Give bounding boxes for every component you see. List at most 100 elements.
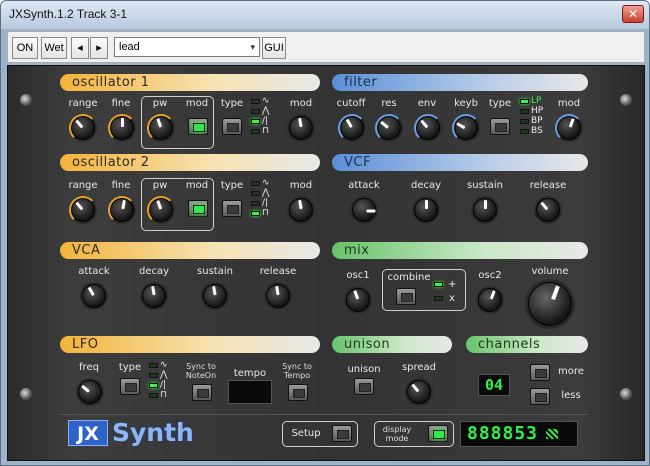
combine-x-led	[434, 296, 443, 301]
screw-icon	[620, 94, 632, 106]
osc2-pw-label: pw	[152, 180, 168, 191]
osc1-type-button[interactable]	[222, 118, 242, 135]
filter-type-button[interactable]	[490, 118, 510, 135]
gui-button[interactable]: GUI	[262, 37, 286, 59]
osc2-fine-knob[interactable]	[108, 196, 136, 224]
mix-osc2-label: osc2	[478, 270, 502, 281]
title-bar: JXSynth.1.2 Track 3-1 ✕	[1, 1, 649, 29]
vcf-release-label: release	[529, 180, 567, 191]
vcf-release-knob[interactable]	[536, 198, 560, 222]
sync-tempo-button[interactable]	[288, 384, 308, 401]
value-display: 888853	[460, 421, 578, 447]
setup-label: Setup	[291, 428, 321, 439]
volume-knob[interactable]	[528, 282, 572, 326]
display-mode-button[interactable]	[428, 425, 448, 442]
vca-sustain-knob[interactable]	[203, 284, 227, 308]
osc2-pwmod-button[interactable]	[188, 200, 208, 217]
filter-type-label: type	[488, 98, 512, 109]
osc2-type-label: type	[220, 180, 244, 191]
osc1-mod-knob[interactable]	[289, 116, 313, 140]
lfo-waveforms-label: ⊓	[160, 390, 168, 400]
osc1-range-knob[interactable]	[69, 114, 97, 142]
filter-res-knob[interactable]	[375, 114, 403, 142]
volume-label: volume	[531, 266, 569, 277]
osc2-waveforms-led	[251, 201, 260, 206]
filter-types-led	[520, 129, 529, 134]
mix-osc2-knob[interactable]	[478, 288, 502, 312]
combine-plus-led	[434, 282, 443, 287]
filter-types-led	[520, 119, 529, 124]
osc2-header: oscillator 2	[60, 154, 320, 171]
vca-attack-label: attack	[78, 266, 110, 277]
vca-attack-knob[interactable]	[82, 284, 106, 308]
on-button[interactable]: ON	[12, 37, 38, 59]
vcf-attack-label: attack	[348, 180, 380, 191]
osc1-pw-knob[interactable]	[147, 114, 175, 142]
vcf-sustain-knob[interactable]	[473, 198, 497, 222]
lfo-freq-knob[interactable]	[78, 380, 102, 404]
sync-noteon-button[interactable]	[192, 384, 212, 401]
display-mode-label: display mode	[378, 425, 416, 443]
preset-value: lead	[119, 41, 140, 53]
vca-decay-knob[interactable]	[142, 284, 166, 308]
mix-osc1-knob[interactable]	[346, 288, 370, 312]
filter-mod-knob[interactable]	[555, 114, 583, 142]
wet-button[interactable]: Wet	[41, 37, 67, 59]
osc2-waveforms-label: ⋀	[262, 188, 270, 198]
mix-header: mix	[332, 242, 588, 259]
unison-button[interactable]	[354, 378, 374, 395]
next-preset-button[interactable]: ▸	[90, 37, 108, 59]
lfo-waveforms-label: /|	[160, 380, 167, 390]
osc2-range-label: range	[68, 180, 98, 191]
filter-cutoff-knob[interactable]	[338, 114, 366, 142]
osc1-fine-knob[interactable]	[108, 114, 136, 142]
filter-res-label: res	[381, 98, 397, 109]
osc1-waveforms-led	[251, 129, 260, 134]
value-display-text: 888853	[467, 423, 539, 444]
osc2-pw-knob[interactable]	[147, 196, 175, 224]
sync-noteon-line2: NoteOn	[185, 371, 217, 380]
channels-more-button[interactable]	[530, 364, 550, 381]
osc2-type-button[interactable]	[222, 200, 242, 217]
preset-select[interactable]: lead ▾	[114, 37, 260, 57]
vca-release-knob[interactable]	[266, 284, 290, 308]
combine-button[interactable]	[396, 288, 416, 305]
osc2-range-knob[interactable]	[69, 196, 97, 224]
spread-knob[interactable]	[407, 380, 431, 404]
lfo-waveforms-led	[149, 373, 158, 378]
mix-osc1-label: osc1	[346, 270, 370, 281]
lfo-waveforms-led	[149, 383, 158, 388]
vca-decay-label: decay	[138, 266, 170, 277]
filter-cutoff-label: cutoff	[336, 98, 366, 109]
chevron-down-icon: ▾	[250, 42, 255, 52]
osc1-waveforms-label: ⊓	[262, 126, 270, 136]
osc2-mod-label: mod	[289, 180, 313, 191]
lfo-type-button[interactable]	[120, 378, 140, 395]
osc2-mod-knob[interactable]	[289, 198, 313, 222]
screw-icon	[20, 388, 32, 400]
osc1-header: oscillator 1	[60, 74, 320, 91]
combine-label: combine	[387, 272, 431, 283]
lfo-waveforms-label: ⋀	[160, 370, 168, 380]
host-toolbar: ON Wet ◂ ▸ lead ▾ GUI	[7, 31, 645, 63]
osc2-waveforms-label: ∿	[262, 178, 270, 188]
osc1-fine-label: fine	[111, 98, 131, 109]
osc1-waveforms-led	[251, 99, 260, 104]
osc2-waveforms-label: /|	[262, 198, 269, 208]
osc1-pwmod-button[interactable]	[188, 118, 208, 135]
vcf-decay-knob[interactable]	[414, 198, 438, 222]
close-button[interactable]: ✕	[622, 5, 644, 23]
filter-types-led	[520, 109, 529, 114]
filter-keyb-knob[interactable]	[452, 114, 480, 142]
channels-less-button[interactable]	[530, 388, 550, 405]
prev-preset-button[interactable]: ◂	[71, 37, 89, 59]
osc1-mod-label: mod	[289, 98, 313, 109]
filter-env-knob[interactable]	[414, 114, 442, 142]
setup-button[interactable]	[332, 425, 352, 442]
vcf-attack-knob[interactable]	[352, 198, 376, 222]
osc1-pwmod-label: mod	[185, 98, 209, 109]
unison-header: unison	[332, 336, 452, 353]
logo-synth: Synth	[112, 418, 194, 447]
filter-types-label: BP	[531, 116, 543, 126]
filter-header: filter	[332, 74, 588, 91]
